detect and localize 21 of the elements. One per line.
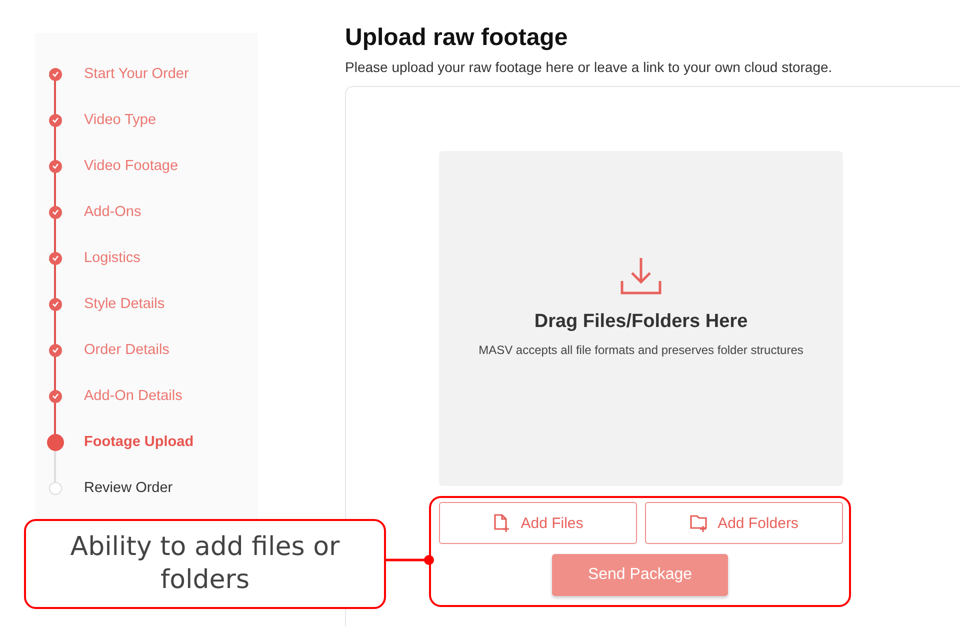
drop-note: MASV accepts all file formats and preserves folder structures	[478, 343, 804, 357]
step-link[interactable]: Order Details	[84, 342, 170, 358]
page-title: Upload raw footage	[345, 23, 568, 53]
step-link[interactable]: Style Details	[84, 296, 165, 312]
step-link[interactable]: Logistics	[84, 250, 140, 266]
folder-plus-icon	[690, 514, 708, 532]
step-link[interactable]: Footage Upload	[84, 434, 194, 450]
drop-title: Drag Files/Folders Here	[534, 311, 748, 333]
step-link[interactable]: Start Your Order	[84, 66, 189, 82]
step-link[interactable]: Video Footage	[84, 158, 178, 174]
step-link[interactable]: Review Order	[84, 480, 173, 496]
step-link[interactable]: Add-Ons	[84, 204, 142, 220]
add-files-button[interactable]: Add Files	[439, 502, 637, 544]
page-subtitle: Please upload your raw footage here or leave a link to your own cloud storage.	[345, 59, 832, 75]
step-link[interactable]: Video Type	[84, 112, 156, 128]
drop-zone[interactable]: Drag Files/Folders Here MASV accepts all file formats and preserves folder structures	[439, 151, 843, 486]
download-icon	[620, 257, 662, 297]
add-folders-button[interactable]: Add Folders	[645, 502, 843, 544]
step-link[interactable]: Add-On Details	[84, 388, 182, 404]
callout-text: Ability to add files or folders	[70, 531, 340, 597]
file-plus-icon	[492, 514, 511, 532]
